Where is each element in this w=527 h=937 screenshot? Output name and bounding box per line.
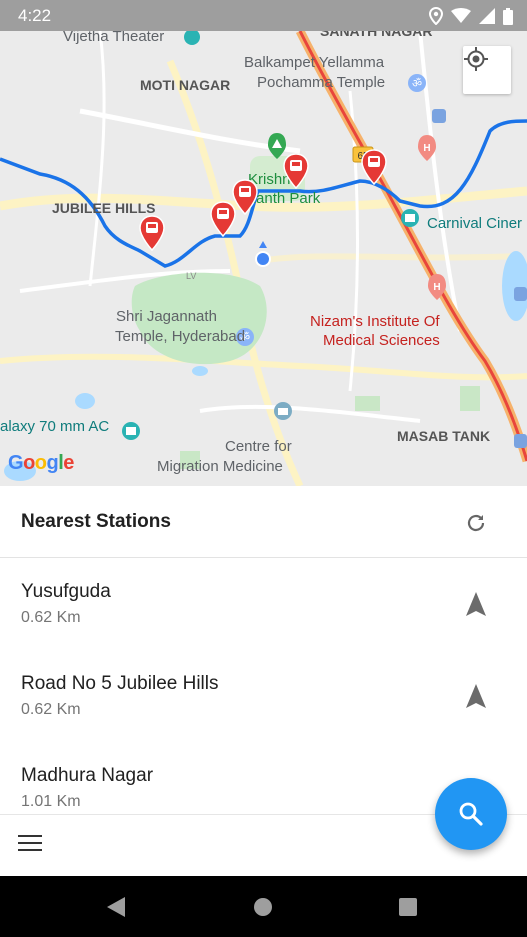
svg-text:H: H: [423, 143, 430, 154]
station-name: Road No 5 Jubilee Hills: [21, 673, 219, 694]
home-icon[interactable]: [254, 898, 272, 916]
map-label-moti-nagar: MOTI NAGAR: [140, 77, 231, 93]
map-label-vijetha: Vijetha Theater: [63, 31, 165, 45]
signal-icon: [479, 8, 495, 24]
refresh-icon: [467, 514, 485, 532]
system-navigation-bar: [0, 876, 527, 937]
map-label-migration-medicine: Migration Medicine: [157, 458, 283, 475]
wifi-icon: [451, 8, 471, 23]
map-label-carnival: Carnival Ciner: [427, 215, 523, 232]
map-label-jubilee-hills: JUBILEE HILLS: [52, 200, 156, 216]
cinema-poi-icon: [401, 209, 419, 227]
recents-icon[interactable]: [399, 898, 417, 916]
current-location-dot: [255, 241, 271, 267]
location-status-icon: [429, 7, 443, 25]
metro-poi-icon: [432, 109, 446, 123]
temple-poi-icon: ॐ: [408, 74, 426, 92]
metro-station-marker[interactable]: [232, 179, 258, 215]
map-label-balkampet: Balkampet Yellamma: [244, 54, 385, 71]
status-bar: 4:22: [0, 0, 527, 31]
station-distance: 1.01 Km: [21, 793, 81, 810]
station-name: Madhura Nagar: [21, 765, 154, 786]
station-distance: 0.62 Km: [21, 701, 81, 718]
metro-poi-icon: [514, 287, 527, 301]
map-view[interactable]: 65 ॐ ॐ H H: [0, 31, 527, 486]
map-label-pochamma: Pochamma Temple: [257, 74, 386, 91]
refresh-button[interactable]: [462, 509, 490, 537]
nearest-stations-header: Nearest Stations: [0, 486, 527, 558]
svg-text:ॐ: ॐ: [412, 77, 422, 90]
metro-station-marker[interactable]: [361, 149, 387, 185]
status-time: 4:22: [18, 6, 52, 25]
map-label-galaxy: alaxy 70 mm AC: [0, 418, 110, 435]
cinema-poi-icon: [122, 422, 140, 440]
search-fab-button[interactable]: [435, 778, 507, 850]
back-icon[interactable]: [106, 896, 126, 918]
status-icons: [429, 7, 513, 25]
hamburger-menu-icon[interactable]: [18, 835, 44, 857]
panel-title: Nearest Stations: [21, 511, 171, 532]
google-logo: Google: [8, 452, 74, 474]
map-label-masab-tank: MASAB TANK: [397, 428, 491, 444]
my-location-button[interactable]: [463, 46, 511, 94]
svg-text:H: H: [433, 282, 440, 293]
station-distance: 0.62 Km: [21, 609, 81, 626]
battery-icon: [503, 7, 513, 25]
map-label-sanath: SANATH NAGAR: [320, 31, 433, 39]
station-list-item[interactable]: Yusufguda 0.62 Km: [0, 559, 527, 651]
my-location-icon: [464, 47, 488, 71]
navigation-arrow-icon[interactable]: [464, 591, 488, 617]
map-label-nizam-1: Nizam's Institute Of: [310, 313, 440, 330]
metro-station-marker[interactable]: [283, 153, 309, 189]
map-label-jagannath-1: Shri Jagannath: [116, 308, 217, 325]
metro-station-marker[interactable]: [139, 215, 165, 251]
map-label-centre-for: Centre for: [225, 438, 292, 455]
museum-poi-icon: [274, 402, 292, 420]
navigation-arrow-icon[interactable]: [464, 683, 488, 709]
station-list-item[interactable]: Road No 5 Jubilee Hills 0.62 Km: [0, 651, 527, 743]
search-icon: [459, 802, 483, 826]
map-label-jagannath-2: Temple, Hyderabad: [115, 328, 246, 345]
svg-text:LV: LV: [186, 271, 196, 281]
station-name: Yusufguda: [21, 581, 111, 602]
metro-poi-icon: [514, 434, 527, 448]
map-label-nizam-2: Medical Sciences: [323, 332, 440, 349]
